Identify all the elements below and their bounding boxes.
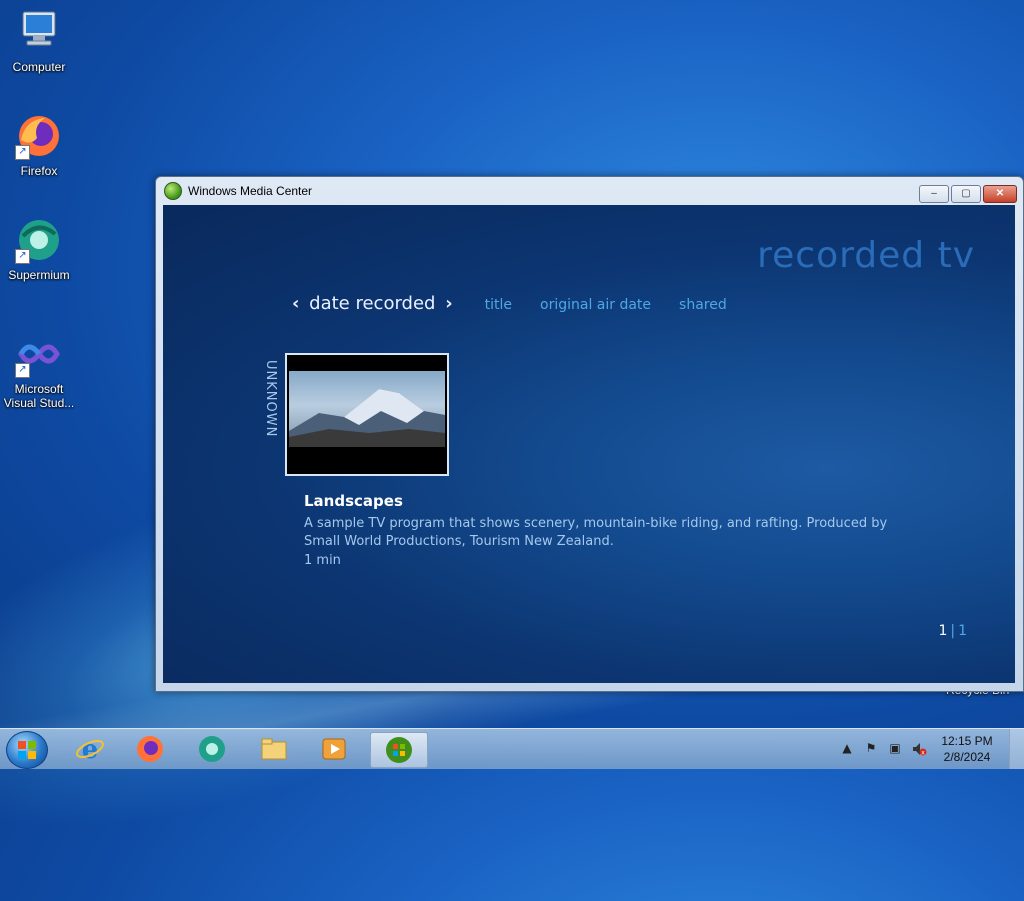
tab-title[interactable]: title [485, 297, 512, 313]
group-label: UNKNOWN [263, 360, 278, 438]
shortcut-arrow-icon: ↗ [15, 249, 30, 264]
taskbar-clock[interactable]: 12:15 PM 2/8/2024 [931, 733, 1003, 765]
desktop-icon-label: Firefox [20, 164, 58, 178]
media-center-window[interactable]: Windows Media Center – ▢ ✕ recorded tv ‹… [155, 176, 1024, 692]
tab-label: date recorded [309, 293, 436, 314]
taskbar-media-player[interactable] [308, 732, 360, 766]
network-icon[interactable]: ▣ [887, 741, 903, 757]
start-button[interactable] [6, 731, 48, 769]
desktop-icon-label: Microsoft Visual Stud... [3, 382, 75, 410]
window-title: Windows Media Center [188, 184, 313, 198]
shortcut-arrow-icon: ↗ [15, 145, 30, 160]
shortcut-arrow-icon: ↗ [15, 363, 30, 378]
chevron-right-icon[interactable]: › [441, 293, 456, 314]
taskbar-supermium[interactable] [186, 732, 238, 766]
action-center-flag-icon[interactable]: ⚑ [863, 741, 879, 757]
media-center-icon [164, 182, 182, 200]
desktop-icon-computer[interactable]: Computer [1, 8, 77, 74]
chevron-left-icon[interactable]: ‹ [288, 293, 303, 314]
desktop-icon-label: Supermium [8, 268, 70, 282]
internet-explorer-icon: e [76, 735, 104, 764]
recording-title: Landscapes [304, 492, 403, 510]
tab-original-air-date[interactable]: original air date [540, 297, 651, 313]
supermium-icon: ↗ [15, 216, 63, 264]
sort-tabs: ‹ date recorded › title original air dat… [288, 293, 727, 314]
desktop-icon-visual-studio[interactable]: ↗ Microsoft Visual Stud... [1, 330, 77, 410]
minimize-button[interactable]: – [919, 185, 949, 203]
section-title: recorded tv [757, 235, 975, 276]
taskbar-file-explorer[interactable] [248, 732, 300, 766]
media-center-icon [386, 737, 412, 763]
computer-icon [15, 8, 63, 56]
taskbar-internet-explorer[interactable]: e [64, 732, 116, 766]
page-total: 1 [958, 623, 967, 639]
restore-button[interactable]: ▢ [951, 185, 981, 203]
clock-date: 2/8/2024 [943, 750, 991, 764]
page-separator: | [950, 623, 956, 639]
system-tray: ▲ ⚑ ▣ x 12:15 PM 2/8/2024 [835, 729, 1024, 769]
clock-time: 12:15 PM [941, 734, 993, 748]
recording-duration: 1 min [304, 553, 341, 568]
show-hidden-icons-arrow[interactable]: ▲ [839, 741, 855, 757]
page-indicator: 1 | 1 [938, 623, 967, 639]
desktop-icon-supermium[interactable]: ↗ Supermium [1, 216, 77, 282]
volume-muted-icon[interactable]: x [911, 741, 927, 757]
recording-description: A sample TV program that shows scenery, … [304, 516, 888, 549]
file-explorer-icon [261, 738, 287, 760]
recording-thumbnail[interactable] [285, 353, 449, 476]
mountain-image [289, 371, 445, 447]
svg-text:e: e [82, 735, 99, 764]
tab-shared[interactable]: shared [679, 297, 727, 313]
firefox-icon: ↗ [15, 112, 63, 160]
taskbar-firefox[interactable] [124, 732, 176, 766]
desktop-icon-label: Computer [12, 60, 66, 74]
tab-date-recorded[interactable]: ‹ date recorded › [288, 293, 457, 314]
media-player-icon [322, 738, 346, 760]
firefox-icon [137, 736, 163, 762]
taskbar-media-center[interactable] [370, 732, 428, 768]
close-button[interactable]: ✕ [983, 185, 1017, 203]
show-desktop-button[interactable] [1009, 729, 1024, 769]
window-controls: – ▢ ✕ [917, 185, 1017, 203]
visual-studio-icon: ↗ [15, 330, 63, 378]
svg-text:x: x [921, 750, 925, 757]
window-titlebar[interactable]: Windows Media Center – ▢ ✕ [156, 177, 1023, 205]
desktop-icon-firefox[interactable]: ↗ Firefox [1, 112, 77, 178]
taskbar: e ▲ ⚑ ▣ x 12:15 PM 2/8/2024 [0, 728, 1024, 769]
supermium-icon [199, 736, 225, 762]
media-center-content: recorded tv ‹ date recorded › title orig… [163, 205, 1015, 683]
windows-logo-icon [18, 741, 36, 759]
